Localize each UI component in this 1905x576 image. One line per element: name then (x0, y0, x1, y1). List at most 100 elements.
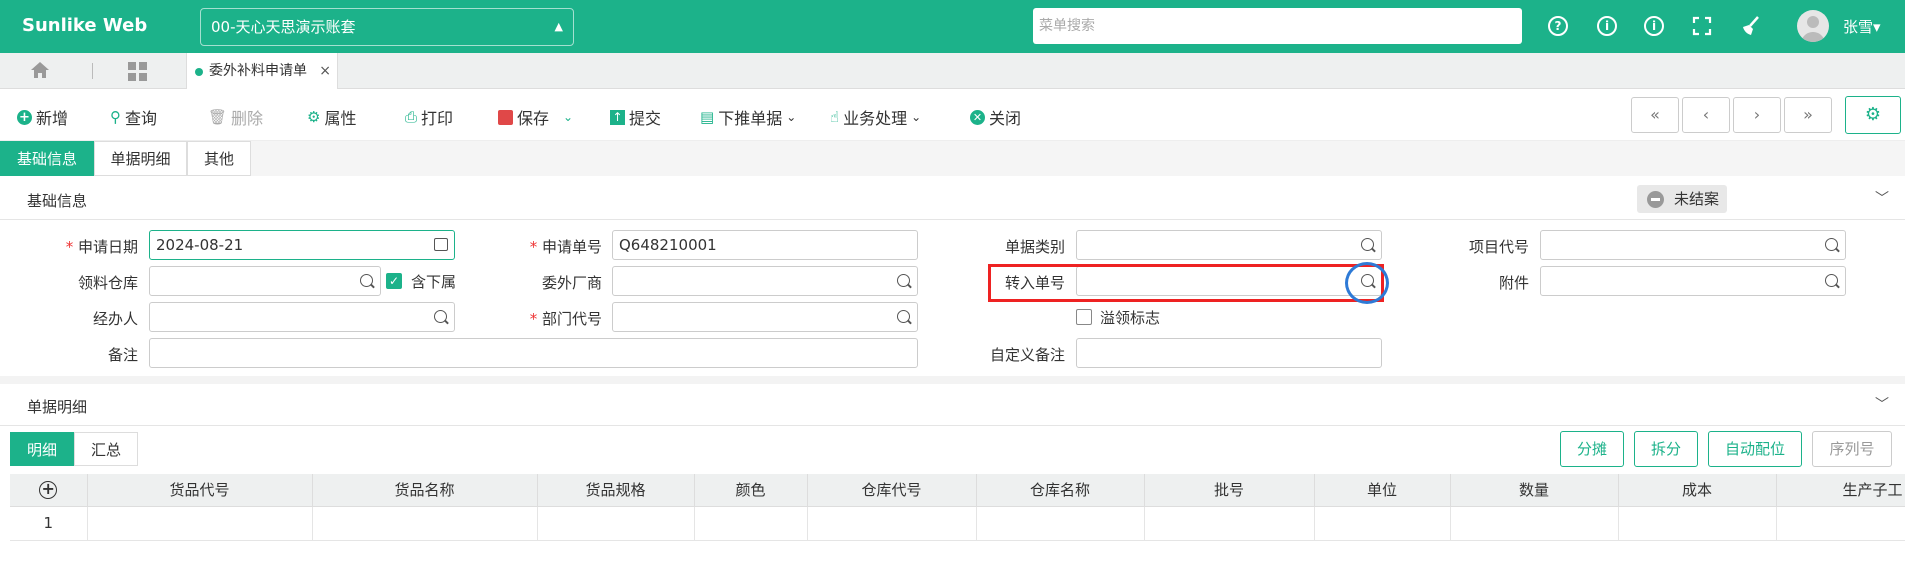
search-icon[interactable] (434, 310, 447, 323)
warehouse-label: 领料仓库 (77, 274, 138, 292)
calendar-icon[interactable] (434, 238, 448, 251)
add-row-icon[interactable]: + (10, 474, 88, 507)
vendor-field[interactable] (612, 266, 918, 296)
save-button[interactable]: 保存 ⌄ (498, 105, 573, 129)
delete-label: 删除 (231, 109, 264, 128)
prev-record-button[interactable]: ‹ (1682, 97, 1730, 133)
help-icon[interactable]: ? (1546, 14, 1570, 38)
split-button[interactable]: 拆分 (1634, 431, 1698, 467)
fullscreen-icon[interactable] (1690, 14, 1714, 38)
business-label: 业务处理 (843, 109, 908, 128)
project-field[interactable] (1540, 230, 1846, 260)
table-row[interactable]: 1 (10, 506, 1905, 541)
column-header[interactable]: 仓库名称 (976, 474, 1145, 507)
table-cell[interactable] (1618, 506, 1777, 541)
info-icon[interactable]: i (1595, 14, 1619, 38)
query-label: 查询 (125, 109, 158, 128)
submit-label: 提交 (629, 109, 662, 128)
column-header[interactable]: 数量 (1450, 474, 1619, 507)
overflow-flag-checkbox[interactable] (1076, 309, 1092, 325)
attachment-field[interactable] (1540, 266, 1846, 296)
first-record-button[interactable]: « (1631, 97, 1679, 133)
info-icon[interactable]: i (1642, 14, 1666, 38)
transfer-no-field[interactable] (1076, 266, 1382, 296)
search-icon[interactable] (360, 274, 373, 287)
broom-icon[interactable] (1738, 14, 1762, 38)
table-cell[interactable] (976, 506, 1145, 541)
apply-no-label: * 申请单号 (529, 238, 602, 256)
table-cell[interactable] (1776, 506, 1905, 541)
table-cell[interactable] (694, 506, 808, 541)
chevron-down-icon[interactable]: ﹀ (1875, 188, 1889, 208)
tab-summary[interactable]: 汇总 (74, 432, 138, 466)
menu-search-input[interactable]: 菜单搜索 (1033, 8, 1522, 44)
submit-button[interactable]: ↑ 提交 (610, 105, 661, 129)
table-cell[interactable] (312, 506, 538, 541)
doc-type-field[interactable] (1076, 230, 1382, 260)
table-cell[interactable] (1314, 506, 1451, 541)
account-select[interactable]: 00-天心天思演示账套 ▲ (200, 8, 574, 46)
close-icon[interactable]: × (319, 53, 331, 89)
user-menu[interactable]: 张雪▾ (1843, 16, 1881, 37)
column-header[interactable]: 货品规格 (537, 474, 695, 507)
tab-document[interactable]: 委外补料申请单 × (186, 53, 338, 89)
query-button[interactable]: ⚲ 查询 (110, 105, 157, 129)
column-header[interactable]: 货品名称 (312, 474, 538, 507)
business-button[interactable]: ☝ 业务处理 ⌄ (830, 105, 921, 129)
search-icon[interactable] (1361, 238, 1374, 251)
home-icon[interactable] (30, 61, 50, 83)
next-record-button[interactable]: › (1733, 97, 1781, 133)
table-cell[interactable] (1450, 506, 1619, 541)
tab-basic-info[interactable]: 基础信息 (0, 141, 94, 176)
table-cell[interactable] (537, 506, 695, 541)
close-button[interactable]: ✕ 关闭 (970, 105, 1021, 129)
column-header[interactable]: 单位 (1314, 474, 1451, 507)
chevron-down-icon: ⌄ (911, 110, 922, 124)
serial-number-button[interactable]: 序列号 (1812, 431, 1892, 467)
remark-field[interactable] (149, 338, 918, 368)
settings-icon[interactable]: ⚙ (1845, 96, 1901, 134)
upload-icon: ↑ (610, 109, 625, 125)
project-label: 项目代号 (1468, 238, 1529, 256)
column-header[interactable]: 生产子工 (1776, 474, 1905, 507)
auto-assign-button[interactable]: 自动配位 (1708, 431, 1802, 467)
column-header[interactable]: 成本 (1618, 474, 1777, 507)
last-record-button[interactable]: » (1784, 97, 1832, 133)
table-cell[interactable] (807, 506, 977, 541)
include-sub-checkbox[interactable]: ✓ (386, 273, 402, 289)
grid-icon[interactable] (128, 62, 147, 81)
apply-no-field[interactable]: Q648210001 (612, 230, 918, 260)
chevron-down-icon[interactable]: ﹀ (1875, 394, 1889, 414)
tab-detail[interactable]: 明细 (10, 432, 74, 466)
allocate-button[interactable]: 分摊 (1560, 431, 1624, 467)
table-cell[interactable] (87, 506, 313, 541)
dept-field[interactable] (612, 302, 918, 332)
column-header[interactable]: 批号 (1144, 474, 1315, 507)
apply-date-field[interactable]: 2024-08-21 (149, 230, 455, 260)
save-label: 保存 (517, 109, 550, 128)
overflow-flag-label: 溢领标志 (1100, 309, 1161, 327)
new-button[interactable]: + 新增 (17, 105, 68, 129)
delete-button[interactable]: 🗑 删除 (208, 105, 263, 129)
properties-button[interactable]: ⚙ 属性 (307, 105, 356, 129)
tab-label: 委外补料申请单 (209, 63, 307, 79)
column-header[interactable]: 货品代号 (87, 474, 313, 507)
column-header[interactable]: 颜色 (694, 474, 808, 507)
warehouse-field[interactable] (149, 266, 381, 296)
search-icon[interactable] (897, 274, 910, 287)
table-cell[interactable] (1144, 506, 1315, 541)
column-header[interactable]: 仓库代号 (807, 474, 977, 507)
close-circle-icon: ✕ (970, 109, 985, 125)
tab-other[interactable]: 其他 (187, 141, 251, 176)
search-icon[interactable] (1825, 274, 1838, 287)
print-button[interactable]: ⎙ 打印 (405, 105, 453, 129)
basic-info-section: 基础信息 未结案 ﹀ (0, 178, 1905, 220)
avatar[interactable] (1797, 10, 1829, 42)
push-down-button[interactable]: ▤ 下推单据 ⌄ (700, 105, 796, 129)
search-icon[interactable] (1825, 238, 1838, 251)
handler-field[interactable] (149, 302, 455, 332)
search-icon[interactable] (1361, 274, 1374, 287)
tab-document-detail[interactable]: 单据明细 (94, 141, 187, 176)
search-icon[interactable] (897, 310, 910, 323)
custom-remark-field[interactable] (1076, 338, 1382, 368)
